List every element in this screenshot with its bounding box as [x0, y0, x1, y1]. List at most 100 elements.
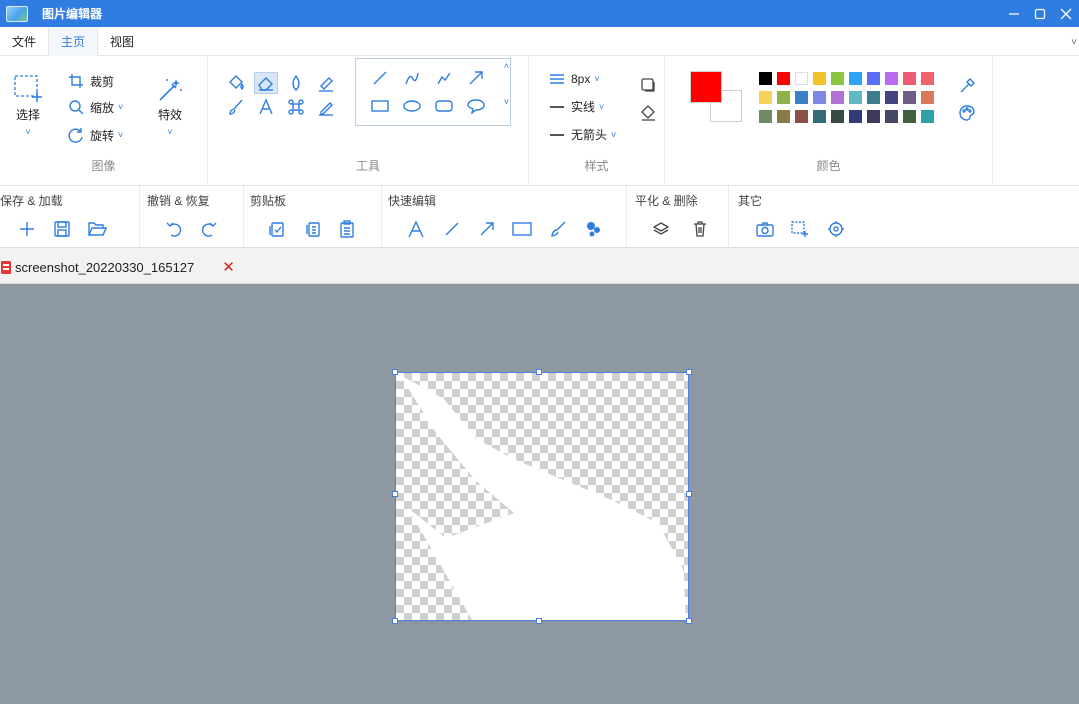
color-swatch[interactable] — [903, 110, 916, 123]
rounded-rect-shape[interactable] — [432, 95, 456, 117]
ribbon-collapse-icon[interactable]: ˅ — [1071, 37, 1077, 48]
ellipse-shape[interactable] — [400, 95, 424, 117]
shadow-toggle[interactable] — [636, 74, 660, 96]
color-swatch[interactable] — [885, 91, 898, 104]
new-button[interactable] — [15, 218, 39, 240]
color-swatch[interactable] — [849, 110, 862, 123]
color-swatch[interactable] — [921, 110, 934, 123]
redo-button[interactable] — [197, 218, 221, 240]
resize-handle[interactable] — [392, 618, 398, 624]
text-tool[interactable] — [254, 96, 278, 118]
select-button[interactable]: 选择 ˅ — [12, 74, 44, 137]
arrow-style-dropdown[interactable]: 无箭头 ˅ — [549, 126, 616, 143]
maximize-button[interactable] — [1027, 0, 1053, 27]
mosaic-tool[interactable] — [284, 96, 308, 118]
resize-handle[interactable] — [536, 618, 542, 624]
color-swatch[interactable] — [903, 91, 916, 104]
color-picker-button[interactable] — [955, 75, 979, 97]
close-tab-icon[interactable]: ✕ — [222, 258, 235, 276]
copy-button[interactable] — [265, 218, 289, 240]
quick-number-button[interactable] — [582, 218, 606, 240]
tab-view[interactable]: 视图 — [98, 27, 146, 56]
quick-text-button[interactable] — [404, 218, 428, 240]
paste-button[interactable] — [335, 218, 359, 240]
resize-handle[interactable] — [686, 491, 692, 497]
pen-tool[interactable] — [314, 96, 338, 118]
line-shape[interactable] — [368, 67, 392, 89]
curve-shape[interactable] — [400, 67, 424, 89]
color-swatch[interactable] — [777, 110, 790, 123]
color-swatch[interactable] — [795, 91, 808, 104]
quick-arrow-button[interactable] — [475, 218, 499, 240]
color-swatch[interactable] — [813, 91, 826, 104]
color-swatch[interactable] — [867, 72, 880, 85]
region-select-button[interactable] — [788, 218, 812, 240]
stroke-size-dropdown[interactable]: 8px ˅ — [549, 72, 600, 86]
color-swatch[interactable] — [795, 72, 808, 85]
resize-handle[interactable] — [392, 369, 398, 375]
fill-toggle[interactable] — [636, 102, 660, 124]
resize-handle[interactable] — [536, 369, 542, 375]
color-swatch[interactable] — [759, 72, 772, 85]
document-tab[interactable]: screenshot_20220330_165127 ✕ — [0, 254, 235, 280]
target-button[interactable] — [824, 218, 848, 240]
color-swatch[interactable] — [831, 110, 844, 123]
rectangle-shape[interactable] — [368, 95, 392, 117]
image-canvas[interactable] — [392, 369, 692, 624]
delete-button[interactable] — [688, 218, 712, 240]
effects-button[interactable]: 特效 ˅ — [156, 76, 184, 137]
quick-line-button[interactable] — [440, 218, 464, 240]
gallery-scroll-up-icon[interactable]: ˄ — [504, 61, 509, 71]
crop-button[interactable]: 裁剪 — [66, 72, 114, 90]
color-swatch[interactable] — [795, 110, 808, 123]
color-swatch[interactable] — [777, 72, 790, 85]
color-swatch[interactable] — [831, 72, 844, 85]
duplicate-button[interactable] — [301, 218, 325, 240]
color-swatch[interactable] — [777, 91, 790, 104]
brush-tool[interactable] — [224, 96, 248, 118]
tab-home[interactable]: 主页 — [48, 26, 99, 56]
gallery-scroll-down-icon[interactable]: ˅ — [504, 97, 509, 107]
color-swatch[interactable] — [831, 91, 844, 104]
color-swatch[interactable] — [903, 72, 916, 85]
color-palette-button[interactable] — [955, 102, 979, 124]
color-swatch[interactable] — [867, 91, 880, 104]
color-swatch[interactable] — [885, 72, 898, 85]
blur-tool[interactable] — [284, 72, 308, 94]
primary-color[interactable] — [690, 71, 722, 103]
fill-tool[interactable] — [224, 72, 248, 94]
arrow-shape[interactable] — [464, 67, 488, 89]
callout-shape[interactable] — [464, 95, 488, 117]
highlighter-tool[interactable] — [314, 72, 338, 94]
screenshot-button[interactable] — [753, 218, 777, 240]
color-swatch[interactable] — [813, 72, 826, 85]
resize-handle[interactable] — [392, 491, 398, 497]
canvas-area[interactable] — [0, 284, 1079, 704]
quick-brush-button[interactable] — [546, 218, 570, 240]
undo-button[interactable] — [162, 218, 186, 240]
color-swatch[interactable] — [759, 91, 772, 104]
zoom-button[interactable]: 缩放 ˅ — [66, 98, 123, 116]
color-swatch[interactable] — [759, 110, 772, 123]
resize-handle[interactable] — [686, 618, 692, 624]
color-swatch[interactable] — [849, 72, 862, 85]
rotate-button[interactable]: 旋转 ˅ — [66, 126, 123, 144]
quick-rectangle-button[interactable] — [510, 218, 534, 240]
color-swatch[interactable] — [813, 110, 826, 123]
eraser-tool[interactable] — [254, 72, 278, 94]
color-swatch[interactable] — [921, 72, 934, 85]
polyline-shape[interactable] — [432, 67, 456, 89]
color-swatch[interactable] — [921, 91, 934, 104]
color-swatch[interactable] — [849, 91, 862, 104]
save-button[interactable] — [50, 218, 74, 240]
copy-icon — [306, 222, 320, 237]
close-button[interactable] — [1053, 0, 1079, 27]
line-style-dropdown[interactable]: 实线 ˅ — [549, 98, 604, 115]
color-swatch[interactable] — [867, 110, 880, 123]
open-button[interactable] — [85, 218, 109, 240]
minimize-button[interactable] — [1001, 0, 1027, 27]
resize-handle[interactable] — [686, 369, 692, 375]
color-swatch[interactable] — [885, 110, 898, 123]
tab-file[interactable]: 文件 — [0, 27, 48, 56]
flatten-button[interactable] — [649, 218, 673, 240]
